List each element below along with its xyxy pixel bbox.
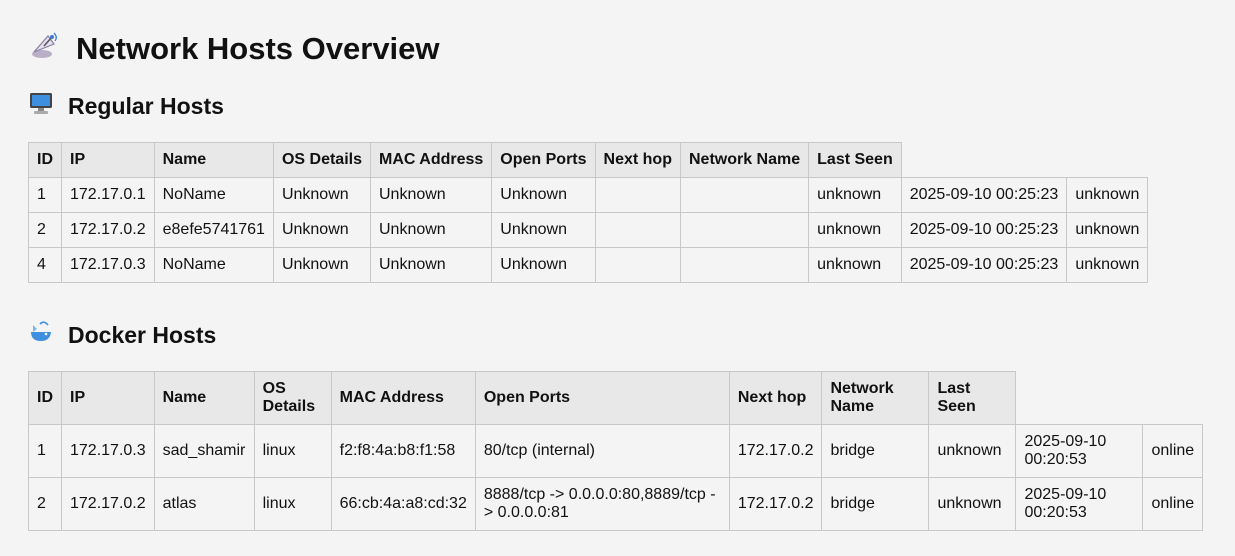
cell-status: unknown xyxy=(808,212,902,248)
column-header-last-seen: Last Seen xyxy=(928,371,1017,425)
column-header-name: Name xyxy=(153,142,274,178)
cell-name: e8efe5741761 xyxy=(153,212,274,248)
satellite-antenna-icon xyxy=(28,28,62,70)
cell-status: online xyxy=(1142,477,1204,531)
cell-network-name: bridge xyxy=(821,477,930,531)
whale-icon xyxy=(28,319,54,351)
column-header-mac-address: MAC Address xyxy=(330,371,476,425)
cell-os-details: Unknown xyxy=(272,212,371,248)
cell-status: unknown xyxy=(808,247,902,283)
column-header-network-name: Network Name xyxy=(679,142,810,178)
regular-hosts-table: ID IP Name OS Details MAC Address Open P… xyxy=(28,142,1149,283)
column-header-next-hop: Next hop xyxy=(728,371,823,425)
table-row: 1 172.17.0.1 NoName Unknown Unknown Unkn… xyxy=(28,177,1149,213)
cell-last-seen: 2025-09-10 00:25:23 xyxy=(900,247,1068,283)
cell-next-hop: 172.17.0.2 xyxy=(728,424,823,478)
docker-hosts-heading: Docker Hosts xyxy=(28,319,1235,351)
cell-id: 2 xyxy=(28,212,62,248)
regular-hosts-heading-text: Regular Hosts xyxy=(68,93,224,119)
cell-os-details: linux xyxy=(253,477,332,531)
table-header-row: ID IP Name OS Details MAC Address Open P… xyxy=(28,142,1148,178)
table-row: 2 172.17.0.2 atlas linux 66:cb:4a:a8:cd:… xyxy=(28,477,1204,531)
cell-os-details: Unknown xyxy=(272,247,371,283)
table-row: 2 172.17.0.2 e8efe5741761 Unknown Unknow… xyxy=(28,212,1149,248)
cell-name: NoName xyxy=(153,247,274,283)
cell-mac-address: Unknown xyxy=(369,212,493,248)
cell-open-ports: 8888/tcp -> 0.0.0.0:80,8889/tcp -> 0.0.0… xyxy=(474,477,730,531)
column-header-ip: IP xyxy=(61,142,155,178)
cell-open-ports: Unknown xyxy=(491,247,596,283)
cell-mac-address: Unknown xyxy=(369,247,493,283)
column-header-open-ports: Open Ports xyxy=(474,371,730,425)
cell-ip: 172.17.0.1 xyxy=(61,177,155,213)
cell-mac-address: f2:f8:4a:b8:f1:58 xyxy=(330,424,476,478)
cell-id: 4 xyxy=(28,247,62,283)
cell-open-ports: Unknown xyxy=(491,212,596,248)
table-row: 1 172.17.0.3 sad_shamir linux f2:f8:4a:b… xyxy=(28,424,1204,478)
column-header-os-details: OS Details xyxy=(253,371,332,425)
cell-extra: unknown xyxy=(1066,177,1149,213)
cell-mac-address: 66:cb:4a:a8:cd:32 xyxy=(330,477,476,531)
desktop-computer-icon xyxy=(28,90,54,122)
cell-os-details: linux xyxy=(253,424,332,478)
cell-next-hop xyxy=(594,212,681,248)
table-row: 4 172.17.0.3 NoName Unknown Unknown Unkn… xyxy=(28,247,1149,283)
cell-extra: unknown xyxy=(1066,247,1149,283)
cell-network-name xyxy=(679,247,810,283)
cell-last-seen: 2025-09-10 00:25:23 xyxy=(900,212,1068,248)
cell-name: NoName xyxy=(153,177,274,213)
cell-ip: 172.17.0.2 xyxy=(61,212,155,248)
cell-extra: unknown xyxy=(1066,212,1149,248)
column-header-os-details: OS Details xyxy=(272,142,371,178)
column-header-name: Name xyxy=(153,371,255,425)
cell-id: 1 xyxy=(28,177,62,213)
cell-ip: 172.17.0.3 xyxy=(61,247,155,283)
table-header-row: ID IP Name OS Details MAC Address Open P… xyxy=(28,371,1203,425)
docker-hosts-table: ID IP Name OS Details MAC Address Open P… xyxy=(28,371,1204,531)
regular-hosts-heading: Regular Hosts xyxy=(28,90,1235,122)
cell-next-hop xyxy=(594,247,681,283)
page-title: Network Hosts Overview xyxy=(28,0,1235,68)
cell-next-hop xyxy=(594,177,681,213)
cell-network-name xyxy=(679,177,810,213)
cell-last-seen: 2025-09-10 00:25:23 xyxy=(900,177,1068,213)
column-header-mac-address: MAC Address xyxy=(369,142,493,178)
cell-ip: 172.17.0.2 xyxy=(61,477,155,531)
cell-name: atlas xyxy=(153,477,255,531)
cell-id: 2 xyxy=(28,477,62,531)
cell-status: unknown xyxy=(808,177,902,213)
cell-open-ports: Unknown xyxy=(491,177,596,213)
cell-timestamp: 2025-09-10 00:20:53 xyxy=(1015,424,1144,478)
cell-open-ports: 80/tcp (internal) xyxy=(474,424,730,478)
cell-network-name: bridge xyxy=(821,424,930,478)
cell-last-seen: unknown xyxy=(928,477,1017,531)
column-header-id: ID xyxy=(28,142,62,178)
column-header-open-ports: Open Ports xyxy=(491,142,596,178)
cell-mac-address: Unknown xyxy=(369,177,493,213)
page-title-text: Network Hosts Overview xyxy=(76,31,440,66)
column-header-ip: IP xyxy=(61,371,155,425)
cell-last-seen: unknown xyxy=(928,424,1017,478)
cell-name: sad_shamir xyxy=(153,424,255,478)
cell-next-hop: 172.17.0.2 xyxy=(728,477,823,531)
column-header-network-name: Network Name xyxy=(821,371,930,425)
cell-timestamp: 2025-09-10 00:20:53 xyxy=(1015,477,1144,531)
docker-hosts-heading-text: Docker Hosts xyxy=(68,322,217,348)
cell-id: 1 xyxy=(28,424,62,478)
cell-network-name xyxy=(679,212,810,248)
column-header-id: ID xyxy=(28,371,62,425)
column-header-next-hop: Next hop xyxy=(594,142,681,178)
cell-os-details: Unknown xyxy=(272,177,371,213)
cell-status: online xyxy=(1142,424,1204,478)
cell-ip: 172.17.0.3 xyxy=(61,424,155,478)
column-header-last-seen: Last Seen xyxy=(808,142,902,178)
